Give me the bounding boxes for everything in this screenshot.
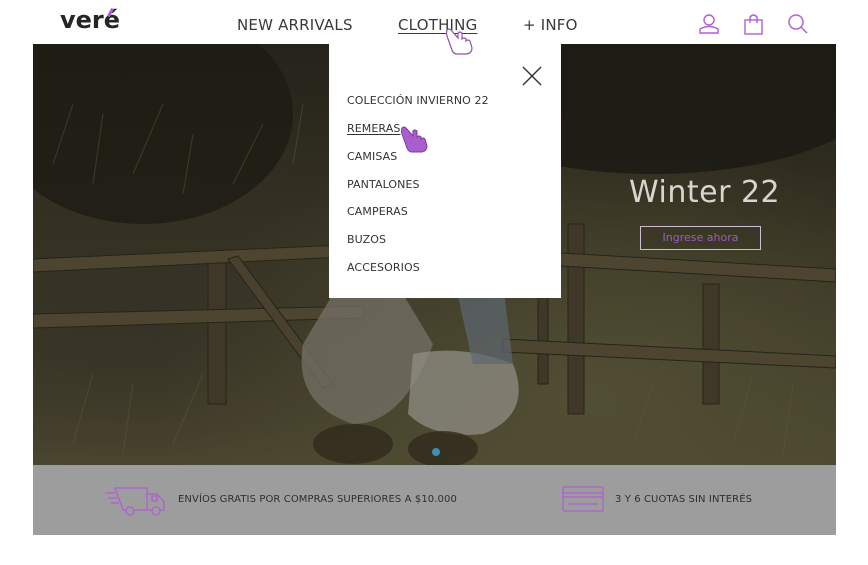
menu-item-accesorios[interactable]: ACCESORIOS <box>347 261 420 274</box>
menu-item-camisas[interactable]: CAMISAS <box>347 150 397 163</box>
user-icon[interactable] <box>698 12 720 36</box>
menu-item-coleccion-invierno[interactable]: COLECCIÓN INVIERNO 22 <box>347 94 489 107</box>
clothing-dropdown-menu: COLECCIÓN INVIERNO 22 REMERAS CAMISAS PA… <box>329 44 561 298</box>
nav-new-arrivals[interactable]: NEW ARRIVALS <box>237 16 353 34</box>
hand-cursor-icon <box>444 26 476 60</box>
site-header: veré NEW ARRIVALS CLOTHING + INFO <box>0 0 868 44</box>
hero-title: Winter 22 <box>629 175 781 210</box>
info-bar: ENVÍOS GRATIS POR COMPRAS SUPERIORES A $… <box>33 465 836 535</box>
pointer-cursor-icon <box>400 125 432 159</box>
credit-card-icon <box>562 485 604 517</box>
free-shipping-text: ENVÍOS GRATIS POR COMPRAS SUPERIORES A $… <box>178 494 457 505</box>
installments-text: 3 Y 6 CUOTAS SIN INTERÉS <box>615 494 753 505</box>
close-icon[interactable] <box>522 66 542 86</box>
carousel-dot[interactable] <box>432 448 440 456</box>
menu-item-pantalones[interactable]: PANTALONES <box>347 178 420 191</box>
nav-info[interactable]: + INFO <box>523 16 578 34</box>
menu-item-remeras[interactable]: REMERAS <box>347 122 400 135</box>
shopping-bag-icon[interactable] <box>743 12 765 36</box>
menu-item-camperas[interactable]: CAMPERAS <box>347 205 408 218</box>
menu-item-buzos[interactable]: BUZOS <box>347 233 386 246</box>
hero-cta-button[interactable]: Ingrese ahora <box>640 226 761 250</box>
search-icon[interactable] <box>787 12 809 36</box>
truck-icon <box>105 485 167 521</box>
